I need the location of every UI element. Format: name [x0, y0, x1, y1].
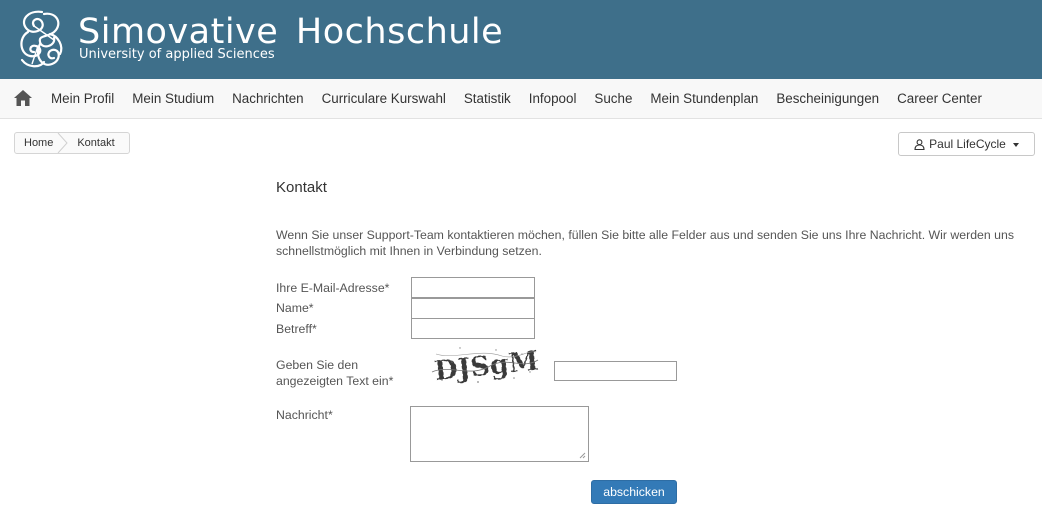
- nav-item-mein-profil[interactable]: Mein Profil: [42, 79, 123, 119]
- captcha-label-line2: angezeigten Text ein*: [276, 374, 394, 388]
- breadcrumb-current: Kontakt: [77, 137, 115, 149]
- nav-item-mein-stundenplan[interactable]: Mein Stundenplan: [641, 79, 767, 119]
- nav-item-career-center[interactable]: Career Center: [888, 79, 991, 119]
- page-title: Kontakt: [276, 179, 327, 196]
- email-label: Ihre E-Mail-Adresse*: [276, 281, 390, 295]
- site-header: Simovative Hochschule University of appl…: [0, 0, 1042, 79]
- captcha-field[interactable]: [554, 361, 677, 381]
- email-field[interactable]: [411, 277, 535, 298]
- nav-item-suche[interactable]: Suche: [585, 79, 641, 119]
- subject-label: Betreff*: [276, 322, 317, 336]
- chevron-down-icon: [1012, 143, 1019, 147]
- nav-item-nachrichten[interactable]: Nachrichten: [223, 79, 312, 119]
- resize-grip-icon[interactable]: [579, 452, 586, 459]
- nav-item-mein-studium[interactable]: Mein Studium: [123, 79, 223, 119]
- intro-text: Wenn Sie unser Support-Team kontaktieren…: [276, 228, 1014, 258]
- breadcrumb: Home Kontakt: [14, 132, 130, 154]
- user-icon: [914, 138, 925, 150]
- message-label: Nachricht*: [276, 408, 333, 422]
- user-menu-label: Paul LifeCycle: [929, 137, 1006, 151]
- user-menu-button[interactable]: Paul LifeCycle: [898, 132, 1035, 156]
- home-icon[interactable]: [13, 89, 33, 107]
- subject-field[interactable]: [411, 318, 535, 339]
- captcha-label-line1: Geben Sie den: [276, 358, 359, 372]
- nav-item-bescheinigungen[interactable]: Bescheinigungen: [767, 79, 888, 119]
- nav-item-infopool[interactable]: Infopool: [520, 79, 586, 119]
- main-navbar: Mein Profil Mein Studium Nachrichten Cur…: [0, 79, 1042, 119]
- svg-text:DJSgM: DJSgM: [433, 345, 540, 386]
- submit-button[interactable]: abschicken: [591, 480, 677, 504]
- name-field[interactable]: [411, 298, 535, 319]
- nav-item-statistik[interactable]: Statistik: [455, 79, 520, 119]
- swirl-logo-icon: [20, 10, 63, 68]
- name-label: Name*: [276, 301, 314, 315]
- captcha-image: DJSgM DJSgM: [431, 345, 540, 386]
- message-field[interactable]: [410, 406, 589, 462]
- nav-item-curriculare-kurswahl[interactable]: Curriculare Kurswahl: [313, 79, 455, 119]
- nav-items: Mein Profil Mein Studium Nachrichten Cur…: [42, 79, 991, 119]
- breadcrumb-separator-icon: [57, 133, 68, 153]
- brand-subtitle: University of applied Sciences: [79, 47, 275, 62]
